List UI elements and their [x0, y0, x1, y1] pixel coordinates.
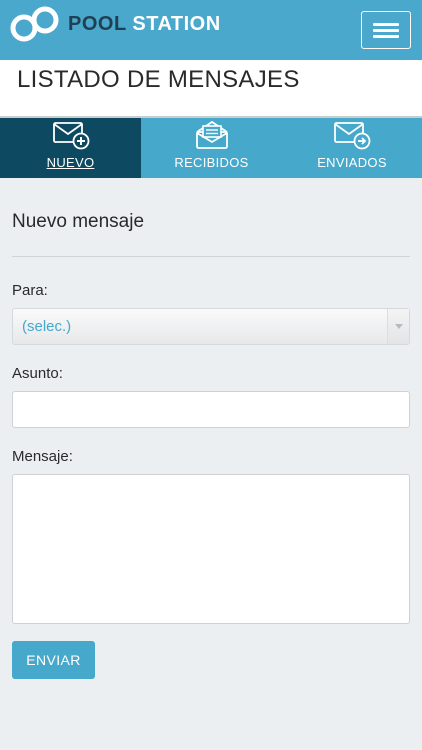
- recipient-select-value: (selec.): [22, 318, 72, 335]
- title-bar: LISTADO DE MENSAJES: [0, 60, 422, 116]
- message-textarea[interactable]: [12, 474, 410, 624]
- tab-label: RECIBIDOS: [174, 155, 249, 170]
- recipient-select[interactable]: (selec.): [12, 308, 410, 345]
- envelope-open-icon: [195, 120, 228, 149]
- envelope-plus-icon: [52, 122, 89, 150]
- tab-nuevo[interactable]: NUEVO: [0, 118, 141, 178]
- brand-station: STATION: [132, 13, 221, 35]
- menu-button[interactable]: [361, 11, 411, 49]
- tab-recibidos[interactable]: RECIBIDOS: [141, 118, 282, 178]
- message-tabs: NUEVO RECIBIDOS ENVIADOS: [0, 118, 422, 178]
- app-header: POOL STATION: [0, 0, 422, 60]
- double-ring-logo: [10, 6, 59, 42]
- subject-label: Asunto:: [12, 365, 63, 382]
- page-title: LISTADO DE MENSAJES: [17, 66, 300, 93]
- brand-pool: POOL: [68, 13, 127, 35]
- send-button[interactable]: ENVIAR: [12, 641, 95, 679]
- section-divider: [12, 256, 410, 257]
- chevron-down-icon: [387, 309, 409, 344]
- tab-label: ENVIADOS: [317, 155, 387, 170]
- tab-enviados[interactable]: ENVIADOS: [282, 118, 422, 178]
- subject-input[interactable]: [12, 391, 410, 428]
- hamburger-icon: [373, 23, 399, 26]
- brand-name: POOL STATION: [68, 13, 221, 36]
- section-title: Nuevo mensaje: [12, 211, 145, 232]
- tab-label: NUEVO: [46, 155, 95, 170]
- envelope-arrow-icon: [334, 122, 371, 150]
- to-label: Para:: [12, 282, 48, 299]
- message-label: Mensaje:: [12, 448, 73, 465]
